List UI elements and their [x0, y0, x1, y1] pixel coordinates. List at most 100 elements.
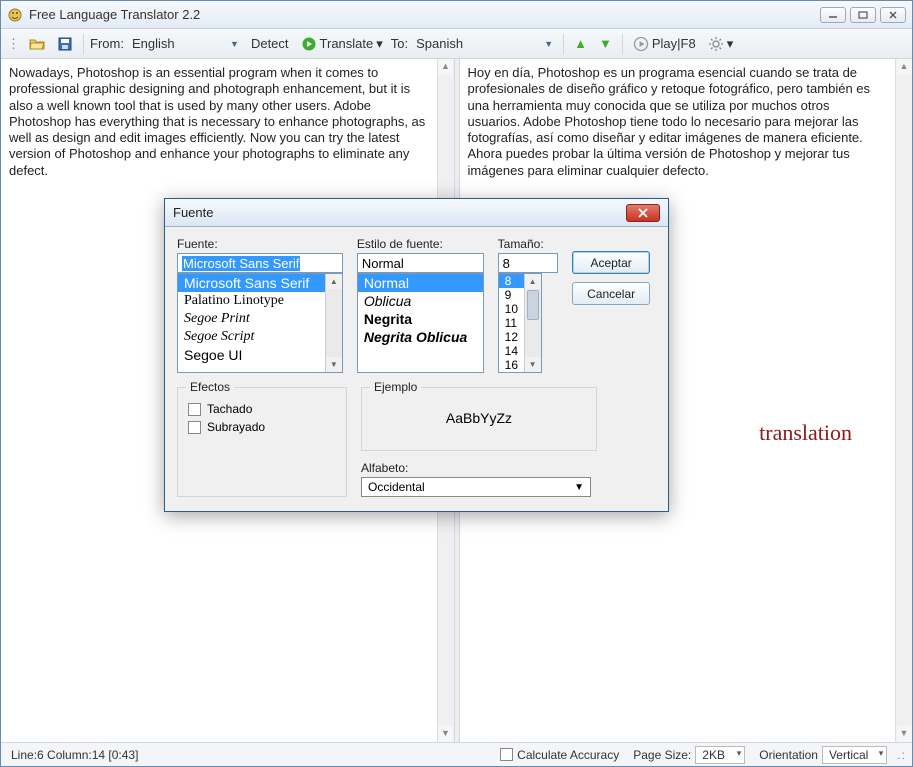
from-language-select[interactable]: English ▼ [128, 34, 243, 53]
alphabet-label: Alfabeto: [361, 461, 597, 475]
settings-button[interactable]: ▾ [704, 34, 738, 54]
checkbox-icon [188, 403, 201, 416]
font-style-input[interactable]: Normal [357, 253, 484, 273]
strikethrough-label: Tachado [207, 402, 252, 416]
window-title: Free Language Translator 2.2 [29, 7, 820, 22]
to-label: To: [391, 36, 408, 51]
example-group: Ejemplo AaBbYyZz [361, 387, 597, 451]
page-size-value: 2KB [702, 748, 725, 762]
arrow-up-icon: ▲ [574, 36, 587, 51]
list-item[interactable]: Segoe Print [178, 310, 342, 328]
style-field-label: Estilo de fuente: [357, 237, 484, 251]
cursor-position: Line:6 Column:14 [0:43] [7, 748, 490, 762]
save-button[interactable] [53, 34, 77, 54]
scroll-down-icon[interactable]: ▼ [326, 357, 342, 372]
list-item[interactable]: Negrita Oblicua [358, 328, 483, 346]
sample-text: AaBbYyZz [372, 398, 586, 438]
scroll-up-icon[interactable]: ▲ [438, 59, 453, 75]
font-name-value: Microsoft Sans Serif [182, 256, 300, 271]
open-button[interactable] [25, 34, 49, 54]
scroll-up-icon[interactable]: ▲ [525, 274, 541, 289]
titlebar: Free Language Translator 2.2 [1, 1, 912, 29]
dialog-titlebar[interactable]: Fuente [165, 199, 668, 227]
chevron-down-icon: ▼ [230, 39, 239, 49]
calc-accuracy-label: Calculate Accuracy [517, 748, 619, 762]
scroll-thumb[interactable] [527, 290, 539, 320]
close-button[interactable] [880, 7, 906, 23]
alphabet-select[interactable]: Occidental ▼ [361, 477, 591, 497]
chevron-down-icon: ▼ [574, 482, 584, 493]
checkbox-icon [500, 748, 513, 761]
font-style-value: Normal [362, 256, 404, 271]
page-size-select[interactable]: 2KB [695, 746, 745, 764]
maximize-button[interactable] [850, 7, 876, 23]
orientation-value: Vertical [829, 748, 868, 762]
translation-watermark: translation [759, 419, 852, 447]
chevron-down-icon: ▾ [727, 36, 734, 52]
list-item[interactable]: Segoe UI [178, 346, 342, 364]
scrollbar[interactable]: ▲▼ [325, 274, 342, 372]
list-item[interactable]: Microsoft Sans Serif [178, 274, 342, 292]
dialog-title: Fuente [173, 205, 626, 220]
to-language-select[interactable]: Spanish ▼ [412, 34, 557, 53]
font-size-value: 8 [503, 256, 510, 271]
chevron-down-icon: ▼ [544, 39, 553, 49]
underline-label: Subrayado [207, 420, 265, 434]
alphabet-value: Occidental [368, 480, 425, 494]
translate-label: Translate [320, 36, 374, 51]
detect-label: Detect [251, 36, 289, 51]
minimize-button[interactable] [820, 7, 846, 23]
underline-toggle[interactable]: Subrayado [188, 420, 336, 434]
list-item[interactable]: Normal [358, 274, 483, 292]
size-field-label: Tamaño: [498, 237, 558, 251]
move-up-button[interactable]: ▲ [570, 34, 591, 53]
orientation-select[interactable]: Vertical [822, 746, 887, 764]
from-language-value: English [132, 36, 175, 51]
app-icon [7, 7, 23, 23]
folder-open-icon [29, 36, 45, 52]
translate-button[interactable]: Translate ▾ [297, 34, 387, 54]
style-list[interactable]: Normal Oblicua Negrita Negrita Oblicua [357, 273, 484, 373]
toolbar: ⋮ From: English ▼ Detect Translate ▾ To:… [1, 29, 912, 59]
chevron-down-icon: ▾ [376, 36, 383, 52]
scroll-down-icon[interactable]: ▼ [897, 726, 912, 742]
ok-label: Aceptar [590, 256, 631, 270]
scroll-down-icon[interactable]: ▼ [525, 357, 541, 372]
page-size-label: Page Size: [633, 748, 691, 762]
font-list[interactable]: Microsoft Sans Serif Palatino Linotype S… [177, 273, 343, 373]
scroll-up-icon[interactable]: ▲ [897, 59, 912, 75]
play-icon [633, 36, 649, 52]
calc-accuracy-toggle[interactable]: Calculate Accuracy [496, 748, 623, 762]
font-size-input[interactable]: 8 [498, 253, 558, 273]
cancel-button[interactable]: Cancelar [572, 282, 650, 305]
example-legend: Ejemplo [370, 380, 421, 394]
list-item[interactable]: Oblicua [358, 292, 483, 310]
scroll-up-icon[interactable]: ▲ [326, 274, 342, 289]
list-item[interactable]: Negrita [358, 310, 483, 328]
scroll-down-icon[interactable]: ▼ [438, 726, 453, 742]
effects-legend: Efectos [186, 380, 234, 394]
resize-grip[interactable]: .: [897, 748, 906, 762]
play-circle-icon [301, 36, 317, 52]
ok-button[interactable]: Aceptar [572, 251, 650, 274]
statusbar: Line:6 Column:14 [0:43] Calculate Accura… [1, 742, 912, 766]
gear-icon [708, 36, 724, 52]
checkbox-icon [188, 421, 201, 434]
strikethrough-toggle[interactable]: Tachado [188, 402, 336, 416]
save-icon [57, 36, 73, 52]
list-item[interactable]: Palatino Linotype [178, 292, 342, 310]
close-icon [637, 208, 649, 218]
detect-button[interactable]: Detect [247, 34, 293, 53]
target-text: Hoy en día, Photoshop es un programa ese… [468, 65, 905, 179]
font-name-input[interactable]: Microsoft Sans Serif [177, 253, 343, 273]
size-list[interactable]: 8 9 10 11 12 14 16 ▲▼ [498, 273, 542, 373]
scrollbar[interactable]: ▲▼ [524, 274, 541, 372]
scrollbar[interactable]: ▲ ▼ [895, 59, 912, 742]
font-dialog: Fuente Fuente: Microsoft Sans Serif Micr… [164, 198, 669, 512]
list-item[interactable]: Segoe Script [178, 328, 342, 346]
dialog-close-button[interactable] [626, 204, 660, 222]
play-button[interactable]: Play|F8 [629, 34, 700, 54]
from-label: From: [90, 36, 124, 51]
move-down-button[interactable]: ▼ [595, 34, 616, 53]
to-language-value: Spanish [416, 36, 463, 51]
